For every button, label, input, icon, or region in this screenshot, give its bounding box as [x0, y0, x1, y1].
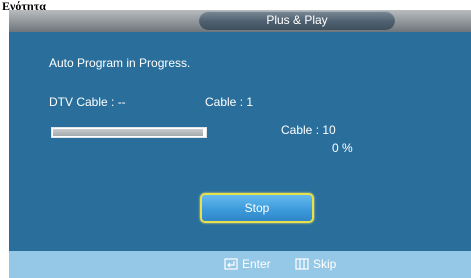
- cable-count-label: Cable : 1: [205, 95, 254, 109]
- scan-channel-label: Cable : 10: [281, 123, 336, 137]
- page: Ενότητα Plus & Play Auto Program in Prog…: [0, 0, 471, 278]
- page-heading: Ενότητα: [2, 0, 46, 10]
- enter-label: Enter: [242, 257, 271, 271]
- status-text: Auto Program in Progress.: [49, 56, 191, 70]
- progress-percent: 0 %: [332, 141, 353, 155]
- skip-icon: [295, 258, 309, 270]
- title-bar: Plus & Play: [9, 10, 471, 32]
- enter-icon: [224, 258, 238, 270]
- skip-label: Skip: [313, 257, 337, 271]
- panel-title: Plus & Play: [199, 11, 395, 30]
- skip-hint[interactable]: Skip: [295, 256, 336, 272]
- enter-hint[interactable]: Enter: [224, 256, 271, 272]
- stop-button[interactable]: Stop: [200, 193, 314, 223]
- dtv-cable-label: DTV Cable : --: [49, 95, 126, 109]
- progress-bar: [51, 127, 207, 138]
- hint-bar: Enter Skip: [9, 251, 471, 278]
- plug-and-play-panel: Plus & Play Auto Program in Progress. DT…: [9, 10, 471, 278]
- progress-fill: [53, 129, 204, 136]
